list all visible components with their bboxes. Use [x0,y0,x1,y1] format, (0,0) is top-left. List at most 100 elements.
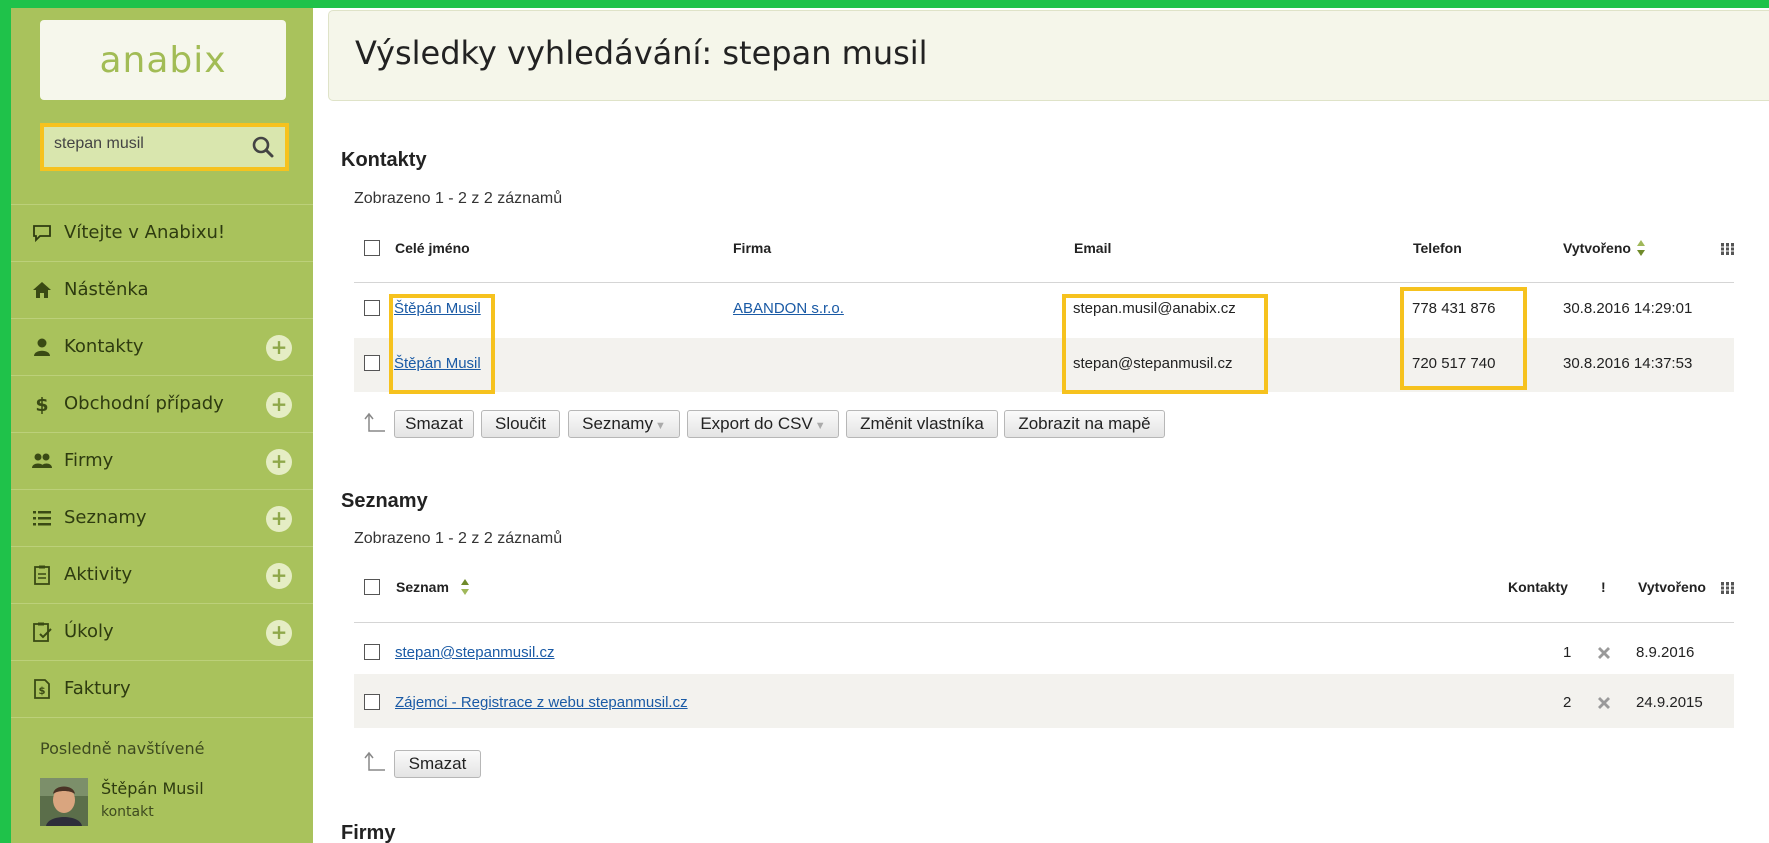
chevron-down-icon: ▼ [814,420,826,432]
column-header-company[interactable]: Firma [733,240,771,256]
highlight-box [389,294,495,394]
sidebar-item-dashboard[interactable]: Nástěnka [11,261,313,318]
home-icon [33,282,51,298]
column-header-email[interactable]: Email [1074,240,1111,256]
sidebar-item-label: Firmy [64,450,114,471]
highlight-box [1400,287,1527,390]
sidebar-item-label: Vítejte v Anabixu! [64,222,226,243]
svg-text:$: $ [39,686,46,697]
column-header-name[interactable]: Celé jméno [395,240,470,256]
contacts-count-cell: 2 [1563,694,1572,711]
column-header-contacts[interactable]: Kontakty [1508,579,1568,595]
delete-button[interactable]: Smazat [394,410,474,438]
close-icon[interactable] [1596,645,1612,661]
search-icon[interactable] [251,135,275,159]
add-activity-button[interactable]: + [266,563,292,589]
lists-section-title: Seznamy [341,490,428,512]
add-company-button[interactable]: + [266,449,292,475]
change-owner-button[interactable]: Změnit vlastníka [846,410,998,438]
lists-dropdown-label: Seznamy [582,414,653,433]
tasks-icon [33,622,52,642]
columns-icon[interactable] [1720,580,1736,596]
add-task-button[interactable]: + [266,620,292,646]
search-input[interactable] [54,135,244,153]
add-contact-button[interactable]: + [266,335,292,361]
contact-icon [34,338,50,356]
column-header-list[interactable]: Seznam [396,579,449,595]
invoice-icon: $ [34,679,50,699]
chat-icon [33,225,51,243]
company-link[interactable]: ABANDON s.r.o. [733,300,844,317]
sort-icon[interactable] [1636,239,1646,257]
companies-icon [32,453,52,468]
sidebar-item-label: Nástěnka [64,279,149,300]
logo[interactable]: anabix [40,20,286,100]
sort-icon[interactable] [460,578,470,596]
list-name-link[interactable]: stepan@stepanmusil.cz [395,644,554,661]
select-all-checkbox[interactable] [364,240,380,256]
sidebar-item-tasks[interactable]: Úkoly + [11,603,313,660]
add-deal-button[interactable]: + [266,392,292,418]
table-row [354,338,1734,392]
recent-title: Posledně navštívené [40,739,205,758]
avatar[interactable] [40,778,88,826]
contacts-count-cell: 1 [1563,644,1572,661]
export-csv-dropdown[interactable]: Export do CSV ▼ [687,410,839,438]
created-cell: 30.8.2016 14:37:53 [1563,355,1693,372]
sidebar-item-label: Kontakty [64,336,144,357]
sidebar-item-label: Úkoly [64,621,114,642]
row-checkbox[interactable] [364,694,380,710]
add-list-button[interactable]: + [266,506,292,532]
list-icon [33,511,51,526]
sidebar-item-lists[interactable]: Seznamy + [11,489,313,546]
list-name-link[interactable]: Zájemci - Registrace z webu stepanmusil.… [395,694,688,711]
row-checkbox[interactable] [364,300,380,316]
companies-section-title: Firmy [341,822,396,843]
logo-text: anabix [99,39,227,81]
sidebar-item-welcome[interactable]: Vítejte v Anabixu! [11,204,313,261]
sidebar-divider [11,717,313,718]
lists-count: Zobrazeno 1 - 2 z 2 záznamů [354,530,563,547]
page-title: Výsledky vyhledávání: stepan musil [355,34,928,72]
recent-item-name[interactable]: Štěpán Musil [101,779,204,798]
sidebar-item-activities[interactable]: Aktivity + [11,546,313,603]
contacts-section-title: Kontakty [341,149,427,171]
created-cell: 24.9.2015 [1636,694,1703,711]
search-box [40,123,289,171]
column-header-created[interactable]: Vytvořeno [1638,579,1706,595]
row-checkbox[interactable] [364,355,380,371]
created-cell: 8.9.2016 [1636,644,1695,661]
sidebar-item-companies[interactable]: Firmy + [11,432,313,489]
lists-dropdown[interactable]: Seznamy ▼ [568,410,680,438]
dollar-icon: $ [35,394,48,415]
sidebar-item-label: Aktivity [64,564,133,585]
export-csv-label: Export do CSV [700,414,813,433]
column-header-created[interactable]: Vytvořeno [1563,240,1631,256]
select-all-checkbox[interactable] [364,579,380,595]
avatar-image [40,778,88,826]
sidebar-item-invoices[interactable]: $ Faktury [11,660,313,717]
sidebar-item-label: Faktury [64,678,131,699]
clipboard-icon [34,565,50,585]
chevron-down-icon: ▼ [654,420,666,432]
sidebar-item-contacts[interactable]: Kontakty + [11,318,313,375]
created-cell: 30.8.2016 14:29:01 [1563,300,1693,317]
sidebar-item-label: Seznamy [64,507,147,528]
sidebar-item-label: Obchodní případy [64,393,224,414]
column-header-flag[interactable]: ! [1601,579,1606,595]
select-arrow-icon [364,751,385,771]
column-header-phone[interactable]: Telefon [1413,240,1462,256]
close-icon[interactable] [1596,695,1612,711]
app-frame: anabix Vítejte v Anabixu! Nástěnka [11,8,1769,843]
delete-button[interactable]: Smazat [394,750,481,778]
table-divider [354,282,1734,283]
recent-item-type: kontakt [101,804,154,820]
row-checkbox[interactable] [364,644,380,660]
merge-button[interactable]: Sloučit [481,410,560,438]
columns-icon[interactable] [1720,241,1736,257]
sidebar-item-deals[interactable]: $ Obchodní případy + [11,375,313,432]
page-header: Výsledky vyhledávání: stepan musil [328,10,1769,101]
select-arrow-icon [364,412,385,432]
sidebar-nav: Vítejte v Anabixu! Nástěnka Kontakty + $ [11,204,313,718]
show-on-map-button[interactable]: Zobrazit na mapě [1004,410,1165,438]
